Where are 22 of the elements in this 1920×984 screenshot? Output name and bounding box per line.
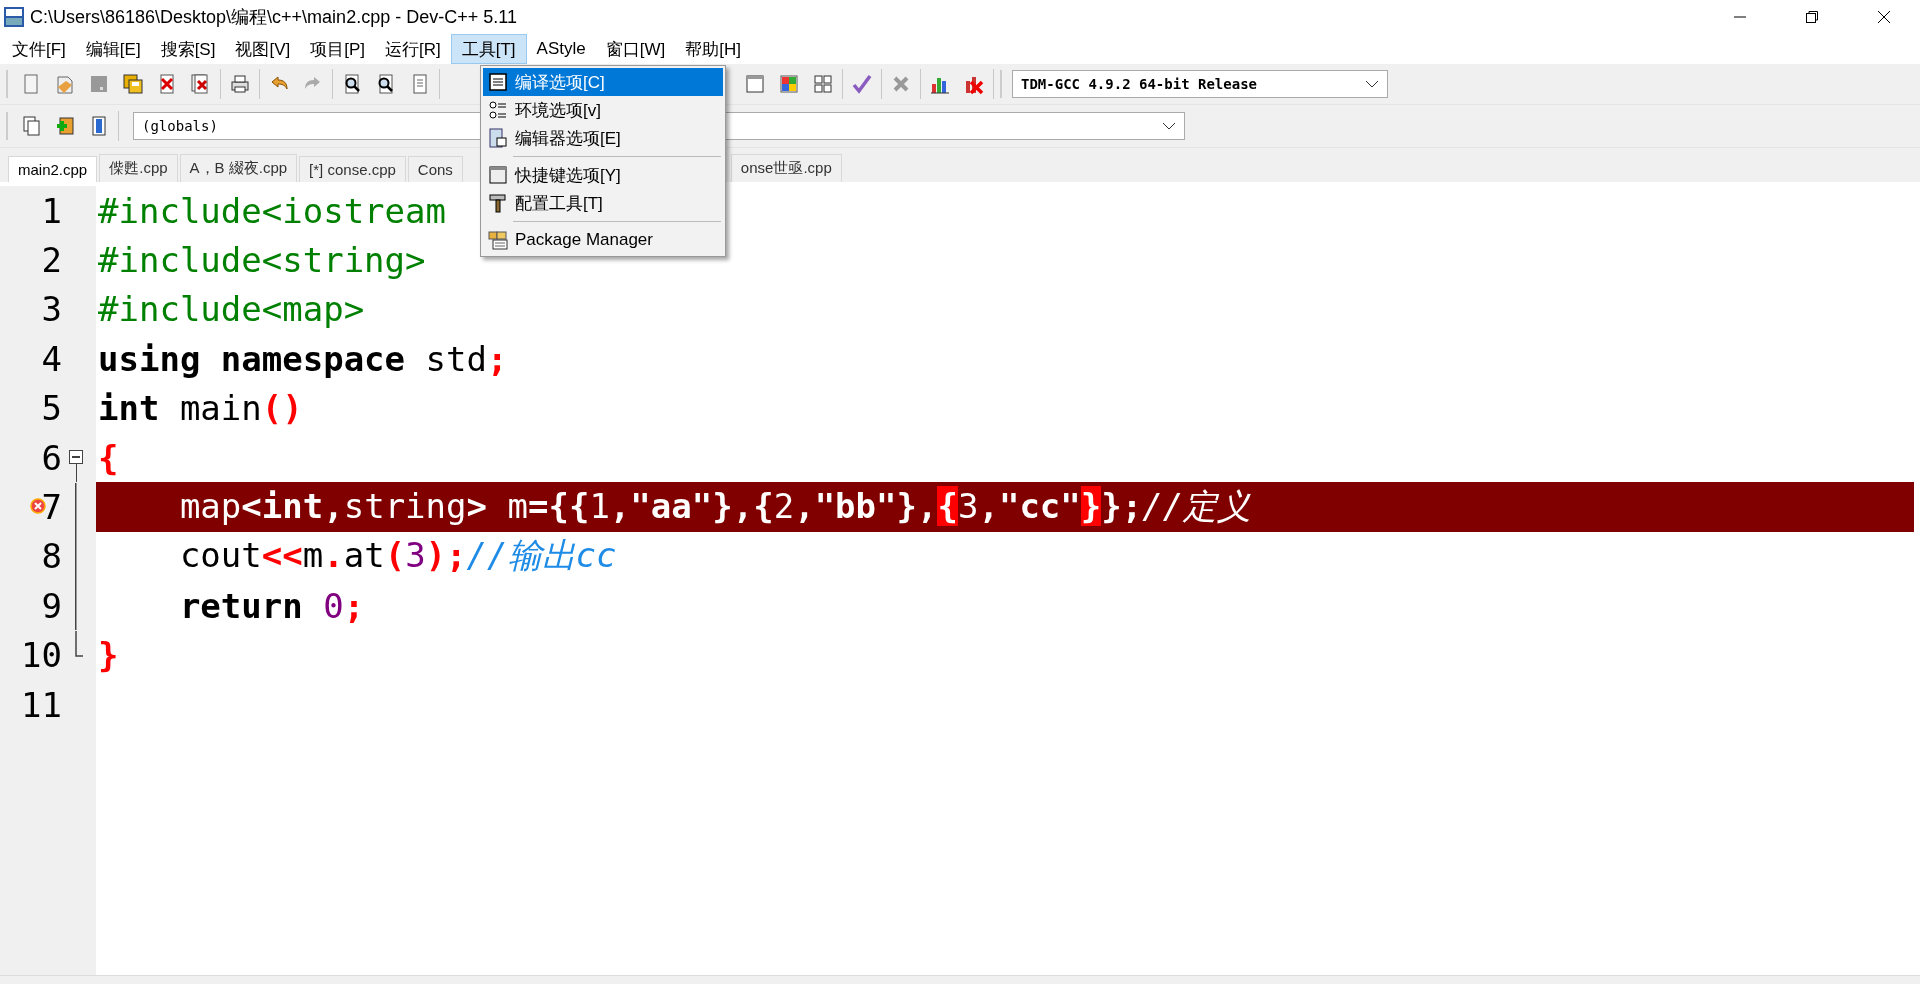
- line-number: 1: [40, 190, 62, 231]
- line-number: 4: [40, 338, 62, 379]
- line-number: 2: [40, 240, 62, 281]
- code-line: #include<string>: [98, 240, 426, 281]
- code-line: map<int,string> m={{1,"aa"},{2,"bb"},{3,"cc"}};//定义: [178, 485, 1252, 529]
- line-number: 7: [40, 487, 62, 528]
- line-number: 8: [40, 536, 62, 577]
- line-number: 10: [20, 635, 62, 676]
- code-line: using namespace std;: [98, 338, 508, 379]
- line-number: 6: [40, 437, 62, 478]
- code-line: {: [98, 437, 119, 478]
- line-number: 9: [40, 585, 62, 626]
- code-line: cout<<m.at(3);//输出cc: [178, 534, 617, 578]
- window-title: C:\Users\86186\Desktop\编程\c++\main2.cpp - Dev-C++ 5.11: [30, 6, 517, 29]
- code-line: return 0;: [178, 585, 365, 626]
- line-number: 11: [20, 684, 62, 725]
- code-line: }: [98, 635, 119, 676]
- line-number: 3: [40, 289, 62, 330]
- line-number: 5: [40, 388, 62, 429]
- code-line: int main(): [98, 388, 303, 429]
- code-line: #include<map>: [98, 289, 365, 330]
- code-line: #include<iostream: [98, 190, 446, 231]
